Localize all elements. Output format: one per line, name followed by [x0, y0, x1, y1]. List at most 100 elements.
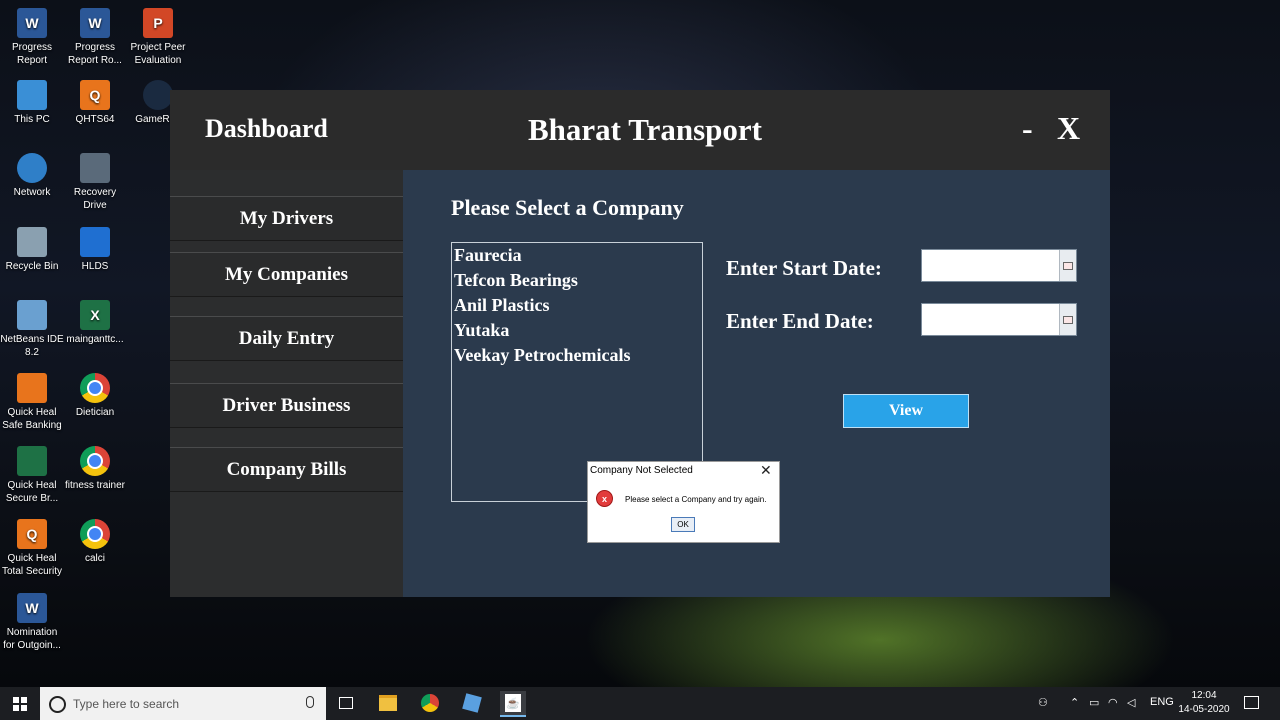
- volume-icon[interactable]: ◁: [1127, 696, 1135, 709]
- virtualbox-icon: [462, 693, 482, 713]
- company-list-item[interactable]: Faurecia: [452, 243, 702, 268]
- nav-my-drivers[interactable]: My Drivers: [170, 196, 403, 241]
- desktop-icon-label: QHTS64: [75, 114, 115, 125]
- dashboard-title: Dashboard: [205, 114, 328, 143]
- desktop-icon-label: This PC: [14, 114, 50, 125]
- desktop-icon-label: Recovery Drive: [73, 187, 117, 211]
- microphone-icon[interactable]: [306, 696, 314, 708]
- java-icon: ☕: [505, 694, 521, 712]
- desktop-icon-recycle-bin[interactable]: Recycle Bin: [0, 227, 64, 273]
- start-date-label: Enter Start Date:: [726, 256, 882, 280]
- view-button[interactable]: View: [843, 394, 969, 428]
- windows-logo-icon: [13, 696, 27, 711]
- language-indicator[interactable]: ENG: [1150, 696, 1174, 708]
- java-app-taskbar-button[interactable]: ☕: [500, 691, 526, 717]
- virtualbox-taskbar-button[interactable]: [460, 691, 484, 715]
- nav-daily-entry[interactable]: Daily Entry: [170, 316, 403, 361]
- start-date-field[interactable]: [921, 249, 1077, 282]
- desktop-icon-label: Dietician: [75, 407, 115, 418]
- desktop-icon-nomination[interactable]: W Nomination for Outgoin...: [0, 593, 64, 652]
- start-date-calendar-button[interactable]: [1059, 250, 1076, 281]
- system-clock[interactable]: 12:04 14-05-2020: [1176, 689, 1232, 717]
- minimize-button[interactable]: -: [1022, 110, 1033, 147]
- desktop-icon-progress-report[interactable]: W Progress Report: [0, 8, 64, 67]
- desktop-icon-quick-heal-total-security[interactable]: Q Quick Heal Total Security: [0, 519, 64, 578]
- chrome-icon: [80, 519, 110, 549]
- desktop-icon-label: Network: [13, 187, 51, 198]
- desktop-icon-recovery-drive[interactable]: Recovery Drive: [63, 153, 127, 212]
- cortana-icon: [49, 696, 66, 713]
- quick-heal-browser-icon: [17, 446, 47, 476]
- end-date-input[interactable]: [922, 304, 1056, 335]
- sidebar: My Drivers My Companies Daily Entry Driv…: [170, 170, 403, 597]
- desktop-icon-progress-report-ro[interactable]: W Progress Report Ro...: [63, 8, 127, 67]
- desktop-icon-label: HLDS: [81, 261, 109, 272]
- people-icon[interactable]: ⚇: [1038, 696, 1048, 709]
- desktop-icon-netbeans[interactable]: NetBeans IDE 8.2: [0, 300, 64, 359]
- desktop-icon-network[interactable]: Network: [0, 153, 64, 199]
- desktop-icon-label: Progress Report: [11, 42, 52, 66]
- wifi-icon[interactable]: ◠: [1108, 696, 1118, 709]
- desktop-icon-quick-heal-safe-banking[interactable]: Quick Heal Safe Banking: [0, 373, 64, 432]
- desktop-icon-label: Progress Report Ro...: [68, 42, 122, 66]
- chrome-taskbar-button[interactable]: [418, 691, 442, 715]
- netbeans-cube-icon: [17, 300, 47, 330]
- company-list-item[interactable]: Veekay Petrochemicals: [452, 343, 702, 368]
- nav-my-companies[interactable]: My Companies: [170, 252, 403, 297]
- desktop-icon-fitness-trainer[interactable]: fitness trainer: [63, 446, 127, 492]
- word-document-icon: W: [17, 8, 47, 38]
- start-date-input[interactable]: [922, 250, 1056, 281]
- close-button[interactable]: X: [1057, 110, 1080, 147]
- quick-heal-icon: Q: [17, 519, 47, 549]
- desktop-icon-quick-heal-secure-browser[interactable]: Quick Heal Secure Br...: [0, 446, 64, 505]
- company-list-item[interactable]: Yutaka: [452, 318, 702, 343]
- desktop-icon-dietician[interactable]: Dietician: [63, 373, 127, 419]
- desktop-icon-this-pc[interactable]: This PC: [0, 80, 64, 126]
- app-header: Dashboard Bharat Transport - X: [170, 90, 1110, 171]
- company-list-item[interactable]: Anil Plastics: [452, 293, 702, 318]
- search-placeholder: Type here to search: [73, 697, 180, 711]
- word-document-icon: W: [80, 8, 110, 38]
- dialog-title: Company Not Selected: [590, 465, 693, 476]
- desktop-icon-hlds[interactable]: HLDS: [63, 227, 127, 273]
- desktop-icon-qhts64[interactable]: Q QHTS64: [63, 80, 127, 126]
- nav-company-bills[interactable]: Company Bills: [170, 447, 403, 492]
- quick-heal-icon: [17, 373, 47, 403]
- notification-center-icon[interactable]: [1244, 696, 1259, 709]
- dialog-message: Please select a Company and try again.: [625, 495, 767, 504]
- desktop-icon-label: calci: [84, 553, 105, 564]
- desktop-icon-label: Recycle Bin: [5, 261, 59, 272]
- recycle-bin-icon: [17, 227, 47, 257]
- task-view-button[interactable]: [334, 691, 358, 715]
- dialog-ok-button[interactable]: OK: [671, 517, 695, 532]
- chrome-icon: [80, 373, 110, 403]
- battery-icon[interactable]: ▭: [1089, 696, 1099, 709]
- gameranger-icon: [143, 80, 173, 110]
- chrome-icon: [421, 694, 439, 712]
- desktop-icon-label: mainganttc...: [66, 334, 124, 345]
- quick-heal-icon: Q: [80, 80, 110, 110]
- excel-document-icon: X: [80, 300, 110, 330]
- clock-date: 14-05-2020: [1178, 704, 1230, 715]
- network-globe-icon: [17, 153, 47, 183]
- folder-icon: [379, 695, 397, 711]
- select-company-heading: Please Select a Company: [451, 195, 684, 220]
- taskbar-search-box[interactable]: Type here to search: [40, 687, 326, 720]
- end-date-calendar-button[interactable]: [1059, 304, 1076, 335]
- dialog-close-button[interactable]: ✕: [760, 462, 772, 479]
- end-date-label: Enter End Date:: [726, 309, 874, 333]
- desktop-icon-mainganttchart[interactable]: X mainganttc...: [63, 300, 127, 346]
- chevron-up-icon[interactable]: ⌃: [1070, 696, 1079, 709]
- recovery-drive-icon: [80, 153, 110, 183]
- task-view-icon: [339, 697, 353, 709]
- company-not-selected-dialog: Company Not Selected ✕ x Please select a…: [587, 461, 780, 543]
- file-explorer-taskbar-button[interactable]: [376, 691, 400, 715]
- desktop-icon-label: Project Peer Evaluation: [130, 42, 186, 66]
- company-list-item[interactable]: Tefcon Bearings: [452, 268, 702, 293]
- taskbar: Type here to search ☕ ⚇ ⌃ ▭ ◠ ◁ ENG 12:0…: [0, 687, 1280, 720]
- nav-driver-business[interactable]: Driver Business: [170, 383, 403, 428]
- desktop-icon-calci[interactable]: calci: [63, 519, 127, 565]
- end-date-field[interactable]: [921, 303, 1077, 336]
- desktop-icon-project-peer-evaluation[interactable]: P Project Peer Evaluation: [126, 8, 190, 67]
- start-button[interactable]: [0, 687, 40, 720]
